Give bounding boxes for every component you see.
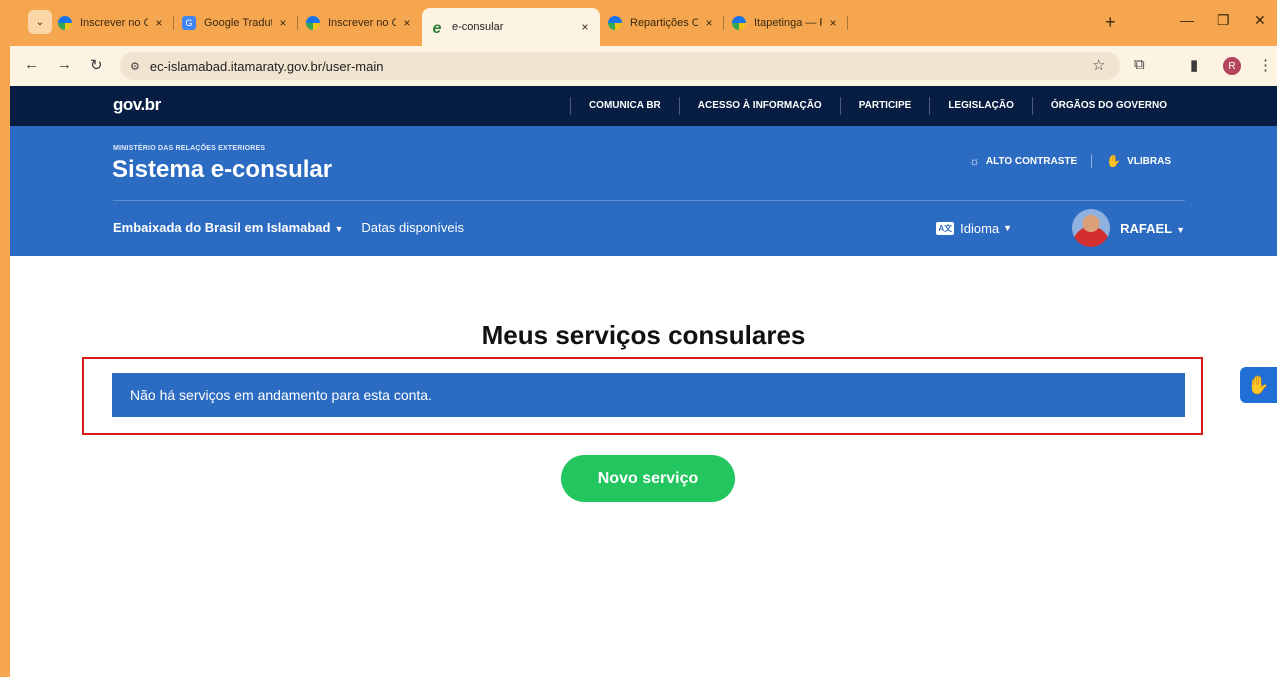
page-title: Meus serviços consulares bbox=[481, 320, 806, 350]
close-icon[interactable]: × bbox=[702, 16, 716, 30]
link-acesso-informacao[interactable]: ACESSO À INFORMAÇÃO bbox=[678, 97, 840, 115]
e-icon: e bbox=[432, 20, 442, 37]
restore-icon[interactable]: ❐ bbox=[1217, 12, 1230, 29]
link-orgaos-governo[interactable]: ÓRGÃOS DO GOVERNO bbox=[1031, 97, 1185, 115]
close-icon[interactable]: × bbox=[578, 20, 592, 34]
tab-title: Inscrever no CPF no e bbox=[80, 17, 148, 29]
sub-nav: Embaixada do Brasil em Islamabad ▼ Datas … bbox=[113, 220, 464, 235]
ministry-label: MINISTÉRIO DAS RELAÇÕES EXTERIORES bbox=[113, 145, 266, 152]
accessibility-links: ☼ ALTO CONTRASTE ✋ VLIBRAS bbox=[955, 154, 1185, 168]
gov-links: COMUNICA BR ACESSO À INFORMAÇÃO PARTICIP… bbox=[569, 86, 1185, 126]
close-icon[interactable]: × bbox=[400, 16, 414, 30]
embassy-dropdown[interactable]: Embaixada do Brasil em Islamabad ▼ bbox=[113, 220, 343, 235]
site-header: MINISTÉRIO DAS RELAÇÕES EXTERIORES Siste… bbox=[10, 126, 1277, 256]
user-menu[interactable]: RAFAEL ▼ bbox=[1120, 221, 1185, 236]
minimize-icon[interactable]: — bbox=[1180, 12, 1194, 28]
menu-kebab-icon[interactable]: ⋮ bbox=[1258, 56, 1273, 74]
window-close-icon[interactable]: ✕ bbox=[1254, 12, 1266, 29]
gov-icon bbox=[58, 16, 72, 30]
profile-avatar[interactable]: R bbox=[1223, 57, 1241, 75]
close-icon[interactable]: × bbox=[826, 16, 840, 30]
language-dropdown[interactable]: A文 Idioma ▼ bbox=[936, 221, 1012, 236]
caret-down-icon: ▼ bbox=[1003, 223, 1013, 233]
high-contrast-label: ALTO CONTRASTE bbox=[985, 155, 1078, 167]
embassy-label: Embaixada do Brasil em Islamabad bbox=[113, 220, 331, 235]
tab-search-icon[interactable]: ⌄ bbox=[28, 10, 52, 34]
tab-e-consular[interactable]: e e-consular × bbox=[422, 8, 600, 46]
link-legislacao[interactable]: LEGISLAÇÃO bbox=[929, 97, 1032, 115]
close-icon[interactable]: × bbox=[152, 16, 166, 30]
side-panel-icon[interactable]: ▮ bbox=[1190, 56, 1198, 74]
browser-toolbar: ← → ↻ ⚙ ec-islamabad.itamaraty.gov.br/us… bbox=[10, 46, 1277, 86]
vlibras-link[interactable]: ✋ VLIBRAS bbox=[1091, 154, 1185, 168]
tab-itapetinga[interactable]: Itapetinga — Receita × bbox=[724, 8, 848, 38]
high-contrast-button[interactable]: ☼ ALTO CONTRASTE bbox=[955, 154, 1091, 168]
available-dates-link[interactable]: Datas disponíveis bbox=[361, 220, 464, 235]
vlibras-widget-icon[interactable]: ✋ bbox=[1240, 367, 1277, 403]
forward-icon[interactable]: → bbox=[57, 56, 72, 73]
link-participe[interactable]: PARTICIPE bbox=[839, 97, 930, 115]
alert-text: Não há serviços em andamento para esta c… bbox=[130, 387, 432, 403]
tab-strip: ⌄ Inscrever no CPF no e × G Google Tradu… bbox=[10, 0, 1277, 46]
url-text: ec-islamabad.itamaraty.gov.br/user-main bbox=[149, 58, 384, 74]
close-icon[interactable]: × bbox=[276, 16, 290, 30]
tab-reparticoes[interactable]: Repartições Consular × bbox=[600, 8, 724, 38]
bookmark-star-icon[interactable]: ☆ bbox=[1092, 56, 1105, 74]
header-divider bbox=[113, 200, 1185, 201]
tab-title: Google Tradutor bbox=[204, 17, 272, 29]
gov-icon bbox=[608, 16, 622, 30]
browser-window: ⌄ Inscrever no CPF no e × G Google Tradu… bbox=[10, 0, 1277, 677]
tab-title: Repartições Consular bbox=[630, 17, 698, 29]
gov-icon bbox=[306, 16, 320, 30]
sign-language-icon: ✋ bbox=[1106, 154, 1122, 168]
govbr-logo[interactable]: gov.br bbox=[113, 95, 161, 115]
user-name: RAFAEL bbox=[1120, 220, 1173, 236]
reload-icon[interactable]: ↻ bbox=[90, 56, 103, 74]
sun-icon: ☼ bbox=[968, 154, 980, 168]
address-bar[interactable]: ⚙ ec-islamabad.itamaraty.gov.br/user-mai… bbox=[120, 52, 1120, 80]
link-comunica-br[interactable]: COMUNICA BR bbox=[569, 97, 679, 115]
new-service-button[interactable]: Novo serviço bbox=[561, 455, 735, 502]
language-label: Idioma bbox=[960, 220, 1000, 236]
caret-down-icon: ▼ bbox=[1176, 224, 1185, 235]
user-avatar[interactable] bbox=[1072, 209, 1111, 247]
tab-cpf-2[interactable]: Inscrever no CPF no e × bbox=[298, 8, 422, 38]
tab-title: e-consular bbox=[452, 21, 504, 33]
govbr-bar: gov.br COMUNICA BR ACESSO À INFORMAÇÃO P… bbox=[10, 86, 1277, 126]
system-title[interactable]: Sistema e-consular bbox=[112, 156, 332, 184]
back-icon[interactable]: ← bbox=[24, 56, 39, 73]
user-area: A文 Idioma ▼ RAFAEL ▼ bbox=[936, 209, 1185, 247]
language-icon: A文 bbox=[936, 221, 955, 235]
extensions-icon[interactable]: ⧉ bbox=[1134, 56, 1145, 73]
tab-title: Itapetinga — Receita bbox=[754, 17, 822, 29]
translate-icon: G bbox=[182, 16, 196, 30]
vlibras-label: VLIBRAS bbox=[1127, 155, 1171, 167]
main-content: Meus serviços consulares Não há serviços… bbox=[10, 256, 1277, 677]
tab-title: Inscrever no CPF no e bbox=[328, 17, 396, 29]
gov-icon bbox=[732, 16, 746, 30]
caret-down-icon: ▼ bbox=[334, 224, 344, 234]
site-info-icon[interactable]: ⚙ bbox=[130, 60, 140, 73]
tab-cpf-1[interactable]: Inscrever no CPF no e × bbox=[50, 8, 174, 38]
new-tab-icon[interactable]: + bbox=[1105, 12, 1116, 33]
no-services-alert: Não há serviços em andamento para esta c… bbox=[112, 373, 1185, 417]
tab-google-translate[interactable]: G Google Tradutor × bbox=[174, 8, 298, 38]
tab-list: Inscrever no CPF no e × G Google Traduto… bbox=[50, 8, 848, 46]
